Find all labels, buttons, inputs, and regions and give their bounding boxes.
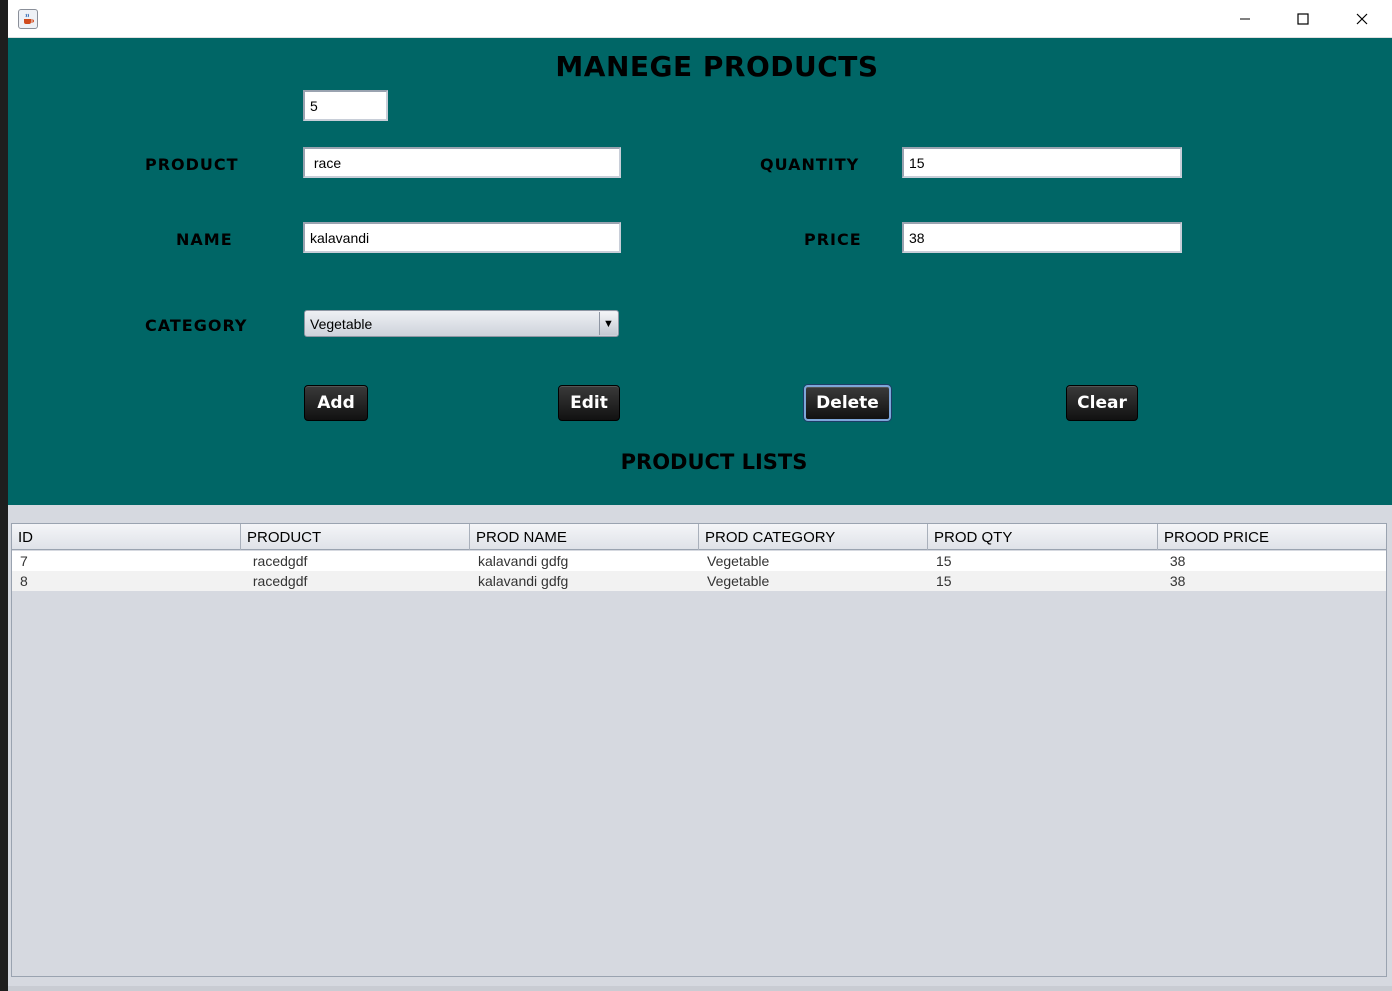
category-label: CATEGORY [145, 316, 248, 335]
app-window: MANEGE PRODUCTS PRODUCT QUANTITY NAME PR… [8, 0, 1392, 991]
product-list-title: PRODUCT LISTS [620, 450, 808, 474]
cell-product[interactable]: racedgdf [241, 571, 470, 591]
price-label: PRICE [804, 230, 862, 249]
edit-button[interactable]: Edit [558, 385, 620, 421]
table-row[interactable]: 8 racedgdf kalavandi gdfg Vegetable 15 3… [12, 571, 1386, 591]
product-form-panel: MANEGE PRODUCTS PRODUCT QUANTITY NAME PR… [8, 38, 1392, 505]
add-button[interactable]: Add [304, 385, 368, 421]
table-row[interactable]: 7 racedgdf kalavandi gdfg Vegetable 15 3… [12, 551, 1386, 571]
column-header-prod-category[interactable]: PROD CATEGORY [699, 524, 928, 550]
name-label: NAME [176, 230, 233, 249]
category-selected-value: Vegetable [310, 316, 373, 332]
cell-prod-name[interactable]: kalavandi gdfg [470, 571, 699, 591]
clear-button[interactable]: Clear [1066, 385, 1138, 421]
close-icon [1356, 13, 1368, 25]
delete-button[interactable]: Delete [804, 385, 891, 421]
java-cup-icon[interactable] [18, 9, 38, 29]
chevron-down-icon[interactable]: ▼ [599, 312, 617, 335]
product-label: PRODUCT [145, 155, 239, 174]
quantity-field[interactable] [902, 147, 1182, 178]
category-dropdown[interactable]: Vegetable ▼ [304, 310, 619, 337]
minimize-icon [1240, 18, 1250, 20]
name-field[interactable] [303, 222, 621, 253]
table-body: 7 racedgdf kalavandi gdfg Vegetable 15 3… [12, 551, 1386, 591]
quantity-label: QUANTITY [760, 155, 860, 174]
product-table[interactable]: ID PRODUCT PROD NAME PROD CATEGORY PROD … [11, 523, 1387, 977]
column-header-product[interactable]: PRODUCT [241, 524, 470, 550]
title-bar [8, 0, 1392, 38]
column-header-prod-name[interactable]: PROD NAME [470, 524, 699, 550]
cell-id[interactable]: 8 [12, 571, 241, 591]
column-header-id[interactable]: ID [12, 524, 241, 550]
product-id-field[interactable] [303, 90, 388, 121]
price-field[interactable] [902, 222, 1182, 253]
window-bottom-edge [8, 986, 1392, 991]
column-header-prood-price[interactable]: PROOD PRICE [1158, 524, 1386, 550]
cell-prod-qty[interactable]: 15 [928, 551, 1158, 571]
cell-prod-qty[interactable]: 15 [928, 571, 1158, 591]
cell-product[interactable]: racedgdf [241, 551, 470, 571]
table-header: ID PRODUCT PROD NAME PROD CATEGORY PROD … [12, 524, 1386, 550]
cell-prod-name[interactable]: kalavandi gdfg [470, 551, 699, 571]
product-field[interactable] [303, 147, 621, 178]
minimize-button[interactable] [1216, 0, 1274, 38]
maximize-icon [1297, 13, 1309, 25]
cell-prod-category[interactable]: Vegetable [699, 571, 928, 591]
cell-id[interactable]: 7 [12, 551, 241, 571]
cell-prood-price[interactable]: 38 [1158, 551, 1386, 571]
page-title: MANEGE PRODUCTS [555, 50, 879, 83]
cell-prood-price[interactable]: 38 [1158, 571, 1386, 591]
close-button[interactable] [1333, 0, 1391, 38]
cell-prod-category[interactable]: Vegetable [699, 551, 928, 571]
column-header-prod-qty[interactable]: PROD QTY [928, 524, 1158, 550]
maximize-button[interactable] [1274, 0, 1332, 38]
